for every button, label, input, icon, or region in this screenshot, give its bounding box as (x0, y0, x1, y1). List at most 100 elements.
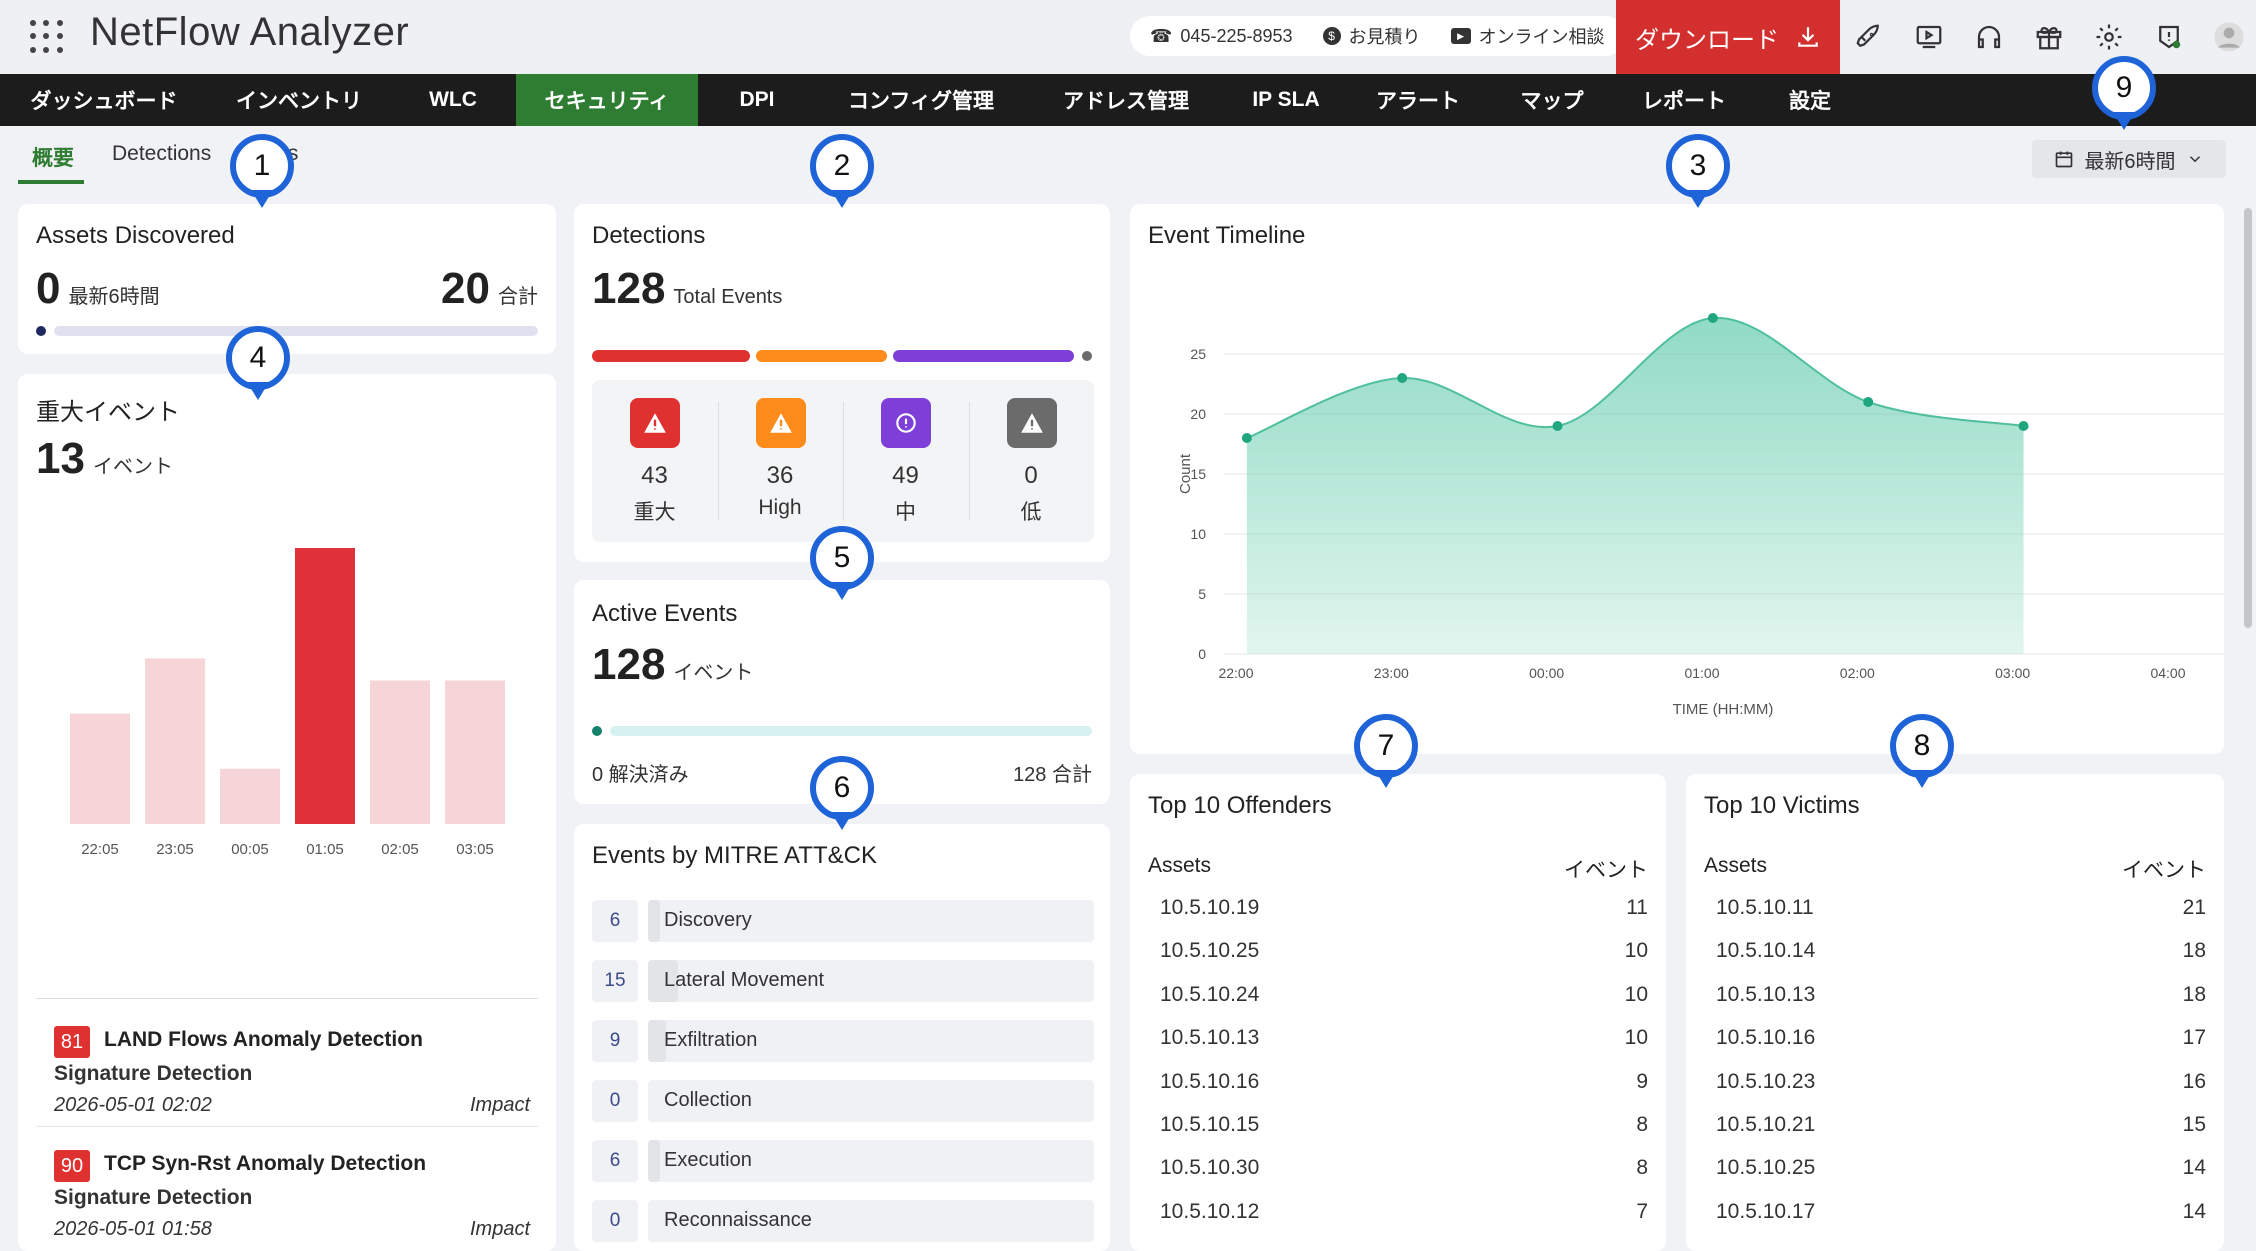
online-consult-link[interactable]: オンライン相談 (1479, 23, 1605, 49)
bar-03:05[interactable] (445, 680, 505, 824)
y-tick-label: 0 (1198, 646, 1206, 662)
nav-alerts[interactable]: アラート (1346, 74, 1490, 126)
rocket-icon[interactable] (1850, 18, 1888, 56)
timeline-point[interactable] (1863, 397, 1874, 407)
bar-22:05[interactable] (70, 713, 130, 824)
contact-pill[interactable]: ☎ 045-225-8953 $ お見積り ▶ オンライン相談 (1130, 16, 1625, 56)
asset-ip[interactable]: 10.5.10.14 (1716, 939, 1815, 963)
x-tick-label: 03:00 (1995, 665, 2030, 681)
phone-number[interactable]: 045-225-8953 (1180, 26, 1292, 47)
top-bar: NetFlow Analyzer ☎ 045-225-8953 $ お見積り ▶… (0, 0, 2256, 74)
event-title[interactable]: TCP Syn-Rst Anomaly Detection (104, 1152, 426, 1176)
mitre-label: Execution (664, 1149, 752, 1171)
bar-01:05[interactable] (295, 548, 355, 824)
mitre-row[interactable]: 15 Lateral Movement (592, 960, 1094, 1002)
severity-breakdown: 43 重大 36 High 49 中 0 低 (592, 380, 1094, 542)
timeline-point[interactable] (2018, 421, 2029, 431)
asset-event-count: 10 (1624, 939, 1648, 963)
nav-maps[interactable]: マップ (1490, 74, 1614, 126)
warning-icon (630, 398, 680, 448)
tab-underline (18, 180, 84, 184)
asset-ip[interactable]: 10.5.10.25 (1160, 939, 1259, 963)
nav-reports[interactable]: レポート (1614, 74, 1754, 126)
x-tick-label: 02:05 (381, 841, 419, 858)
tab-detections[interactable]: Detections (112, 142, 211, 166)
timeline-point[interactable] (1552, 421, 1563, 431)
severity-count: 43 (641, 462, 668, 489)
warning-icon (755, 398, 806, 448)
video-tutorial-icon[interactable] (1910, 18, 1948, 56)
asset-ip[interactable]: 10.5.10.19 (1160, 896, 1259, 920)
phone-icon: ☎ (1150, 25, 1173, 46)
asset-ip[interactable]: 10.5.10.15 (1160, 1113, 1259, 1137)
asset-event-count: 18 (2182, 982, 2206, 1006)
nav-inventory[interactable]: インベントリ (208, 74, 390, 126)
mitre-row[interactable]: 9 Exfiltration (592, 1020, 1094, 1062)
avatar[interactable] (2210, 18, 2248, 56)
mitre-label: Reconnaissance (664, 1209, 812, 1231)
active-events-count: 128 (592, 640, 666, 689)
x-tick-label: 23:00 (1374, 665, 1409, 681)
severity-1: 36 High (718, 380, 843, 542)
asset-ip[interactable]: 10.5.10.11 (1716, 896, 1814, 920)
asset-event-count: 14 (2182, 1199, 2206, 1223)
gift-icon[interactable] (2030, 18, 2068, 56)
asset-ip[interactable]: 10.5.10.23 (1716, 1070, 1815, 1094)
offenders-title: Top 10 Offenders (1148, 792, 1332, 819)
active-resolved: 0 解決済み (592, 764, 689, 786)
asset-ip[interactable]: 10.5.10.12 (1160, 1200, 1259, 1224)
timeline-point[interactable] (1397, 373, 1408, 383)
event-title[interactable]: LAND Flows Anomaly Detection (104, 1028, 423, 1052)
asset-ip[interactable]: 10.5.10.16 (1160, 1070, 1259, 1094)
mitre-row[interactable]: 6 Execution (592, 1140, 1094, 1182)
bar-23:05[interactable] (145, 658, 205, 824)
x-tick-label: 00:05 (231, 841, 269, 858)
bar-02:05[interactable] (370, 680, 430, 824)
marker-8: 8 (1890, 714, 1954, 792)
tab-overview[interactable]: 概要 (32, 142, 74, 172)
mitre-row[interactable]: 6 Discovery (592, 900, 1094, 942)
asset-ip[interactable]: 10.5.10.25 (1716, 1156, 1815, 1180)
y-tick-label: 25 (1190, 346, 1206, 362)
download-button[interactable]: ダウンロード (1616, 0, 1840, 74)
mitre-count: 9 (592, 1020, 638, 1062)
timeline-area (1246, 317, 2024, 654)
x-tick-label: 03:05 (456, 841, 494, 858)
asset-ip[interactable]: 10.5.10.21 (1716, 1113, 1815, 1137)
nav-wlc[interactable]: WLC (390, 74, 516, 126)
security-alert-icon[interactable] (2150, 18, 2188, 56)
nav-address[interactable]: アドレス管理 (1026, 74, 1226, 126)
severity-segment (893, 350, 1074, 362)
severity-divider (717, 402, 719, 520)
asset-ip[interactable]: 10.5.10.16 (1716, 1026, 1815, 1050)
time-range-dropdown[interactable]: 最新6時間 (2032, 140, 2226, 178)
page-scrollbar[interactable] (2244, 208, 2252, 628)
nav-security[interactable]: セキュリティ (516, 74, 698, 126)
asset-ip[interactable]: 10.5.10.17 (1716, 1200, 1815, 1224)
mitre-count: 6 (592, 900, 638, 942)
assets-recent-value: 0 (36, 264, 61, 313)
event-tag: Impact (470, 1094, 531, 1116)
nav-dpi[interactable]: DPI (698, 74, 816, 126)
bar-00:05[interactable] (220, 768, 280, 824)
timeline-point[interactable] (1707, 313, 1718, 323)
mitre-row[interactable]: 0 Reconnaissance (592, 1200, 1094, 1242)
nav-dashboard[interactable]: ダッシュボード (0, 74, 208, 126)
nav-settings[interactable]: 設定 (1754, 74, 1866, 126)
critical-events-card: 重大イベント 13 イベント 22:05 23:05 00:05 01:05 02:05… (18, 374, 556, 1251)
nav-ipsla[interactable]: IP SLA (1226, 74, 1346, 126)
timeline-point[interactable] (1241, 433, 1252, 443)
asset-ip[interactable]: 10.5.10.24 (1160, 983, 1259, 1007)
event-type: Signature Detection (54, 1186, 253, 1209)
event-time: 2026-05-01 01:58 (54, 1218, 212, 1240)
quote-link[interactable]: お見積り (1349, 23, 1421, 49)
asset-ip[interactable]: 10.5.10.13 (1716, 983, 1815, 1007)
app-grid-icon[interactable] (30, 20, 64, 54)
asset-ip[interactable]: 10.5.10.30 (1160, 1156, 1259, 1180)
gear-icon[interactable] (2090, 18, 2128, 56)
headset-icon[interactable] (1970, 18, 2008, 56)
x-tick-label: 00:00 (1529, 665, 1564, 681)
asset-ip[interactable]: 10.5.10.13 (1160, 1026, 1259, 1050)
nav-config[interactable]: コンフィグ管理 (816, 74, 1026, 126)
mitre-row[interactable]: 0 Collection (592, 1080, 1094, 1122)
